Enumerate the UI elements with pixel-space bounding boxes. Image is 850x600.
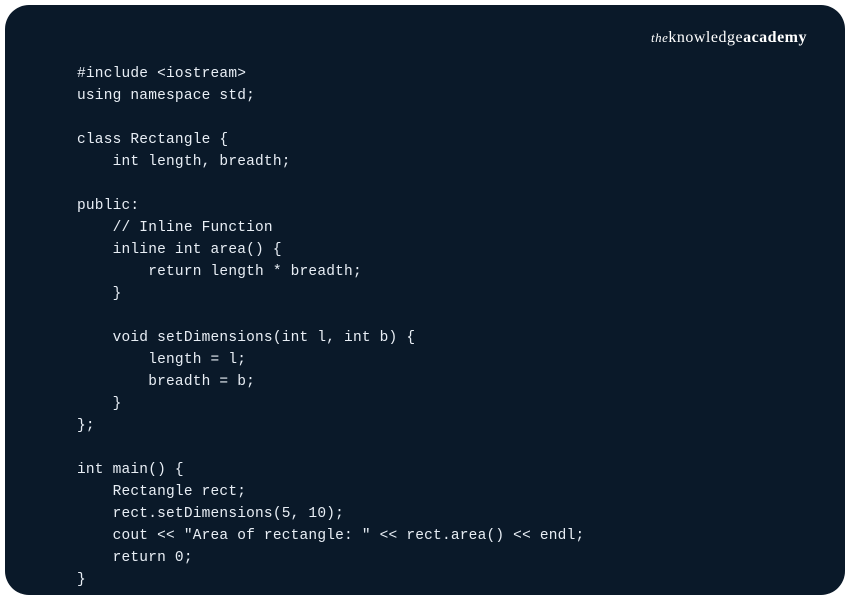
- logo-knowledge: knowledge: [668, 29, 743, 46]
- code-block: #include <iostream> using namespace std;…: [77, 63, 773, 591]
- logo-academy: academy: [743, 29, 807, 46]
- code-card: theknowledgeacademy #include <iostream> …: [5, 5, 845, 595]
- brand-logo: theknowledgeacademy: [651, 29, 807, 47]
- logo-the: the: [651, 30, 668, 45]
